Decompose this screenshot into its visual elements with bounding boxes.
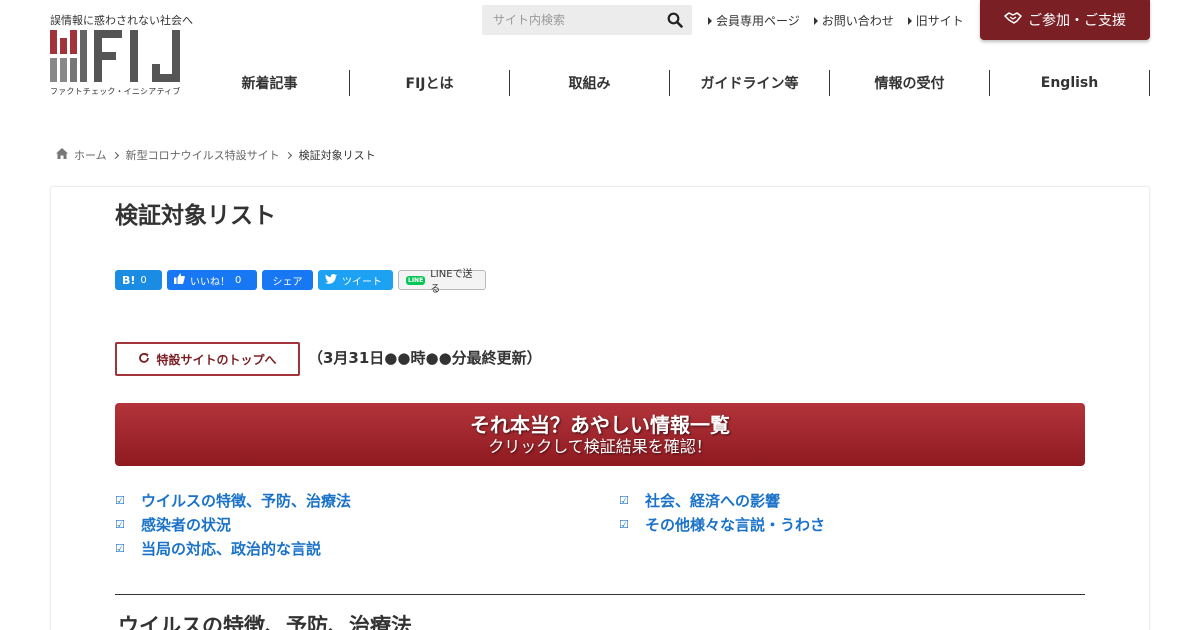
toc-item-virus-features[interactable]: ☑ ウイルスの特徴、予防、治療法 <box>115 490 619 510</box>
toc-item-label: 社会、経済への影響 <box>645 491 781 510</box>
caret-right-icon <box>907 16 912 25</box>
hatena-icon: B! <box>122 273 136 287</box>
refresh-icon <box>138 352 150 367</box>
members-page-label: 会員専用ページ <box>716 14 800 28</box>
breadcrumb-current: 検証対象リスト <box>298 149 376 162</box>
checkbox-icon: ☑ <box>115 493 125 507</box>
home-icon <box>56 148 68 162</box>
top-links: 会員専用ページ お問い合わせ 旧サイト <box>708 12 964 29</box>
search-icon[interactable] <box>667 12 683 28</box>
nav-submit-info[interactable]: 情報の受付 <box>830 70 990 96</box>
toc-item-label: その他様々な言説・うわさ <box>645 515 826 534</box>
nav-guidelines[interactable]: ガイドライン等 <box>670 70 830 96</box>
banner-subtitle: クリックして検証結果を確認！ <box>488 436 712 456</box>
hatena-count: 0 <box>140 274 147 286</box>
support-button-label: ご参加・ご支援 <box>1028 13 1126 29</box>
toc-item-other-rumors[interactable]: ☑ その他様々な言説・うわさ <box>619 514 1085 534</box>
chevron-right-icon <box>284 151 292 159</box>
toc-item-label: 感染者の状況 <box>141 515 232 534</box>
caret-right-icon <box>813 16 818 25</box>
fb-like-label: いいね！ <box>190 276 230 288</box>
checkbox-icon: ☑ <box>619 517 629 531</box>
toc-item-infection-status[interactable]: ☑ 感染者の状況 <box>115 514 619 534</box>
search-input[interactable] <box>482 5 657 35</box>
tagline: 誤情報に惑わされない社会へ <box>50 14 193 27</box>
line-icon: LINE <box>406 275 426 285</box>
special-site-top-button[interactable]: 特設サイトのトップへ <box>115 342 300 376</box>
breadcrumb-home[interactable]: ホーム <box>74 147 107 163</box>
section-heading: ウイルスの特徴、予防、治療法 <box>118 614 412 630</box>
checkbox-icon: ☑ <box>619 493 629 507</box>
old-site-link[interactable]: 旧サイト <box>907 12 964 29</box>
facebook-like-button[interactable]: いいね！ 0 <box>167 270 257 290</box>
hatena-bookmark-button[interactable]: B! 0 <box>115 270 162 290</box>
line-send-button[interactable]: LINE LINEで送る <box>398 269 486 295</box>
special-site-top-label: 特設サイトのトップへ <box>156 352 277 367</box>
main-nav: 新着記事 FIJとは 取組み ガイドライン等 情報の受付 English <box>190 70 1150 96</box>
table-of-contents: ☑ ウイルスの特徴、予防、治療法 ☑ 社会、経済への影響 ☑ 感染者の状況 ☑ … <box>115 490 1085 558</box>
site-search <box>482 5 692 35</box>
checkbox-icon: ☑ <box>115 541 125 555</box>
breadcrumb-covid-site[interactable]: 新型コロナウイルス特設サイト <box>126 147 280 163</box>
caret-right-icon <box>708 16 712 25</box>
support-button[interactable]: ご参加・ご支援 <box>980 0 1150 40</box>
checkbox-icon: ☑ <box>115 517 125 531</box>
contact-label: お問い合わせ <box>821 14 894 28</box>
toc-item-social-economic[interactable]: ☑ 社会、経済への影響 <box>619 490 1085 510</box>
banner-title: それ本当？あやしい情報一覧 <box>470 412 730 437</box>
logo-subtext: ファクトチェック・イニシアティブ <box>50 87 181 96</box>
page-title: 検証対象リスト <box>115 203 276 229</box>
toc-item-label: 当局の対応、政治的な言説 <box>141 539 322 558</box>
tweet-button[interactable]: ツイート <box>318 270 393 290</box>
share-buttons: B! 0 いいね！ 0 シェア ツイート LINE LINEで送る <box>115 269 486 295</box>
nav-activities[interactable]: 取組み <box>510 70 670 96</box>
nav-english[interactable]: English <box>990 70 1150 96</box>
last-updated-text: （3月31日●●時●●分最終更新） <box>308 349 542 367</box>
section-divider <box>115 594 1085 595</box>
tweet-label: ツイート <box>342 276 382 288</box>
breadcrumb: ホーム 新型コロナウイルス特設サイト 検証対象リスト <box>56 147 376 163</box>
line-send-label: LINEで送る <box>430 269 473 295</box>
toc-item-label: ウイルスの特徴、予防、治療法 <box>141 491 352 510</box>
old-site-label: 旧サイト <box>915 14 964 28</box>
handshake-icon <box>1004 12 1022 28</box>
thumbs-up-icon <box>174 273 185 287</box>
members-page-link[interactable]: 会員専用ページ <box>708 12 800 29</box>
twitter-bird-icon <box>325 273 337 287</box>
contact-link[interactable]: お問い合わせ <box>813 12 894 29</box>
toc-item-government-response[interactable]: ☑ 当局の対応、政治的な言説 <box>115 538 619 558</box>
facebook-share-button[interactable]: シェア <box>262 270 313 290</box>
nav-news[interactable]: 新着記事 <box>190 70 350 96</box>
fb-like-count: 0 <box>235 274 242 286</box>
suspicious-info-list-banner[interactable]: それ本当？あやしい情報一覧 クリックして検証結果を確認！ <box>115 403 1085 466</box>
fb-share-label: シェア <box>272 276 303 288</box>
chevron-right-icon <box>111 151 119 159</box>
nav-about[interactable]: FIJとは <box>350 70 510 96</box>
